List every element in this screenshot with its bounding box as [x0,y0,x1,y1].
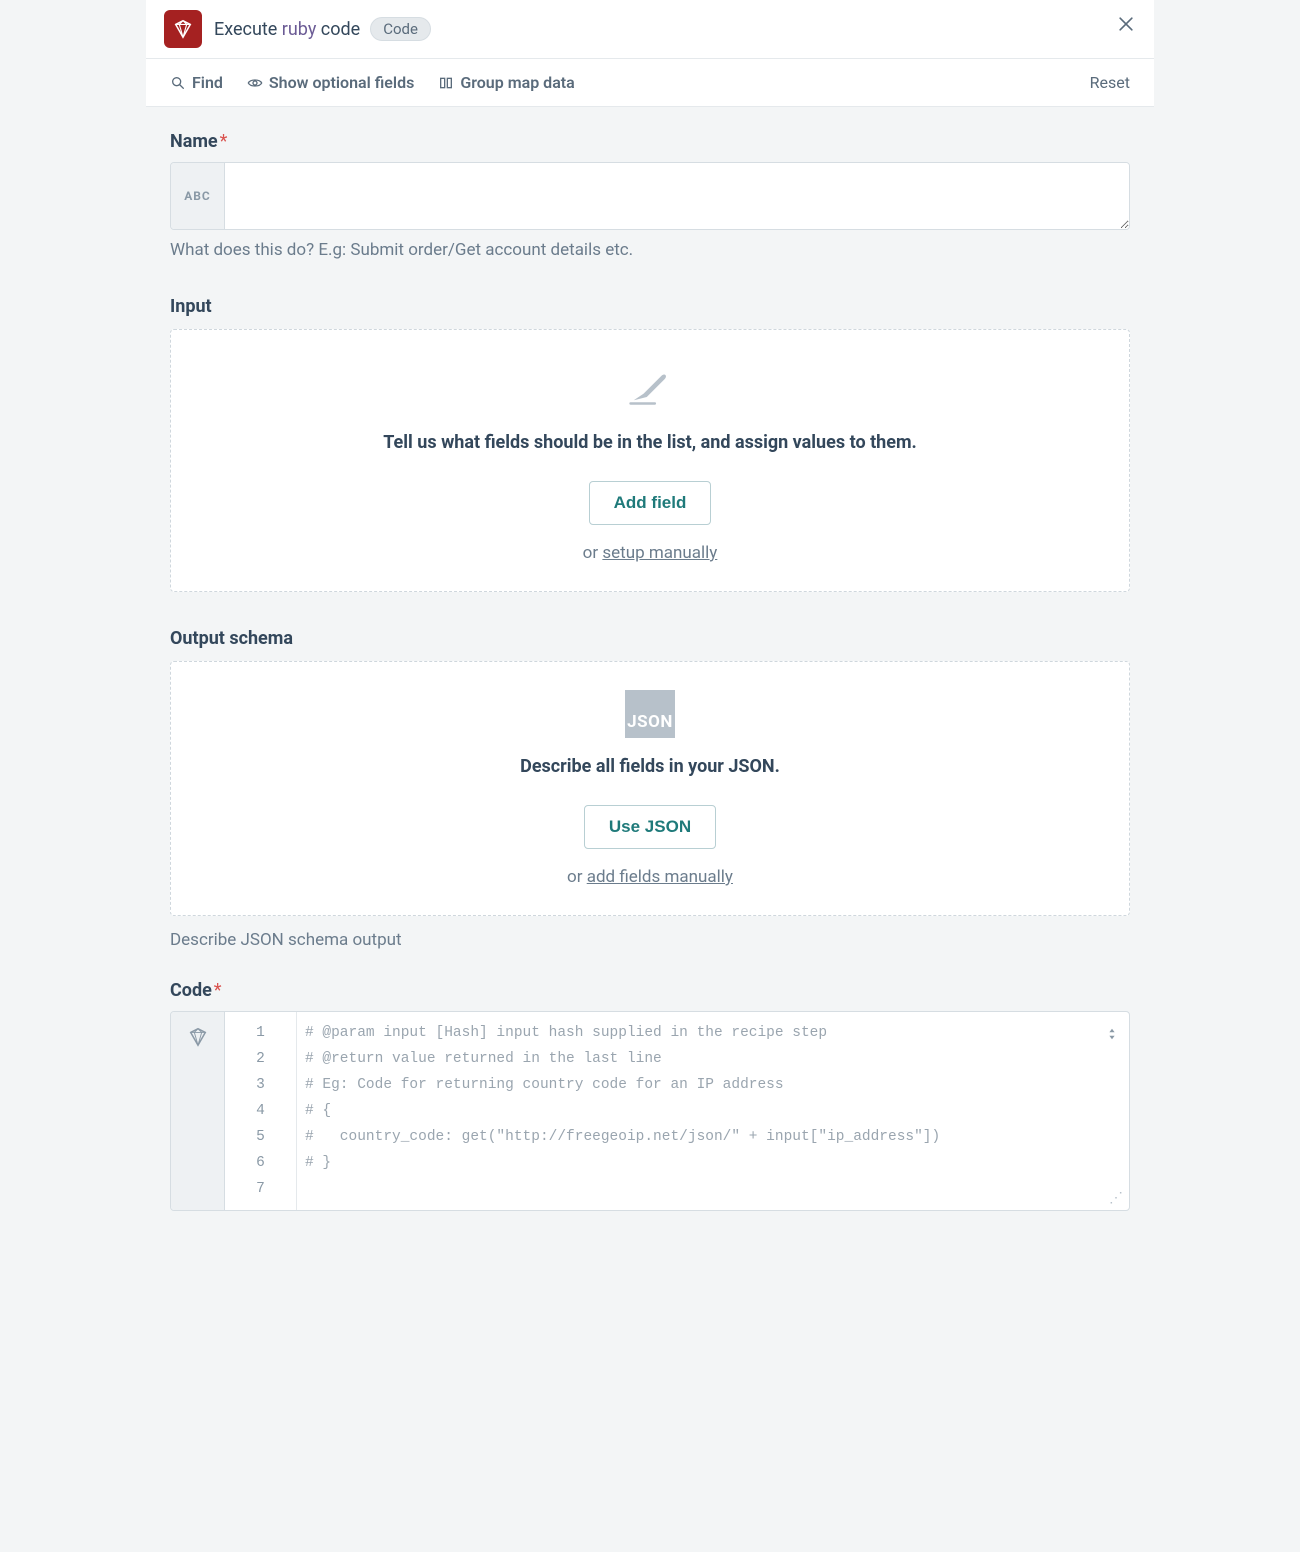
code-left-gutter [171,1012,225,1210]
line-number: 3 [225,1072,296,1098]
code-label: Code* [170,980,1130,1001]
output-section-label: Output schema [170,628,1130,649]
sort-handle-icon[interactable] [1105,1026,1119,1045]
use-json-button[interactable]: Use JSON [584,805,716,849]
title-prefix: Execute [214,19,282,40]
find-label: Find [192,73,223,92]
line-number: 7 [225,1176,296,1202]
setup-manually-link[interactable]: setup manually [602,543,717,563]
optional-label: Show optional fields [269,73,414,92]
pen-icon [624,358,676,414]
show-optional-fields-button[interactable]: Show optional fields [247,73,414,92]
required-indicator: * [220,131,228,152]
input-desc: Tell us what fields should be in the lis… [191,432,1109,453]
name-input-wrapper: ABC [170,162,1130,230]
name-input[interactable] [225,163,1129,229]
output-hint: Describe JSON schema output [170,930,1130,950]
line-number: 2 [225,1046,296,1072]
abc-prefix: ABC [171,163,225,229]
code-line[interactable] [305,1176,1117,1202]
input-box: Tell us what fields should be in the lis… [170,329,1130,592]
line-number: 6 [225,1150,296,1176]
code-line[interactable]: # @param input [Hash] input hash supplie… [305,1020,1117,1046]
line-number: 5 [225,1124,296,1150]
output-box: JSON Describe all fields in your JSON. U… [170,661,1130,916]
code-line[interactable]: # Eg: Code for returning country code fo… [305,1072,1117,1098]
code-label-text: Code [170,980,212,1001]
resize-handle-icon[interactable]: ⋰ [1109,1190,1123,1206]
toolbar: Find Show optional fields Group map data… [146,59,1154,107]
add-fields-manually-link[interactable]: add fields manually [587,867,733,887]
line-number: 1 [225,1020,296,1046]
diamond-icon [187,1026,209,1048]
ruby-logo-icon [164,10,202,48]
code-editor[interactable]: 1234567 # @param input [Hash] input hash… [170,1011,1130,1211]
input-or-text: or [583,543,603,563]
panel-title: Execute ruby code [214,19,360,40]
code-chip: Code [370,17,431,41]
eye-icon [247,75,263,91]
panel-header: Execute ruby code Code [146,0,1154,59]
code-line-numbers: 1234567 [225,1012,297,1210]
output-or-text: or [567,867,587,887]
find-button[interactable]: Find [170,73,223,92]
reset-button[interactable]: Reset [1090,73,1130,92]
columns-icon [438,75,454,91]
name-hint: What does this do? E.g: Submit order/Get… [170,240,1130,260]
close-button[interactable] [1116,14,1136,38]
output-or-line: or add fields manually [191,867,1109,887]
add-field-button[interactable]: Add field [589,481,712,525]
code-text-area[interactable]: # @param input [Hash] input hash supplie… [297,1012,1129,1210]
line-number: 4 [225,1098,296,1124]
json-icon: JSON [625,690,675,738]
group-label: Group map data [460,73,574,92]
code-line[interactable]: # country_code: get("http://freegeoip.ne… [305,1124,1117,1150]
code-line[interactable]: # @return value returned in the last lin… [305,1046,1117,1072]
input-or-line: or setup manually [191,543,1109,563]
group-map-data-button[interactable]: Group map data [438,73,574,92]
title-ruby-link[interactable]: ruby [282,19,317,40]
code-line[interactable]: # { [305,1098,1117,1124]
required-indicator: * [214,980,222,1001]
input-section-label: Input [170,296,1130,317]
code-line[interactable]: # } [305,1150,1117,1176]
search-icon [170,75,186,91]
output-desc: Describe all fields in your JSON. [191,756,1109,777]
name-label-text: Name [170,131,218,152]
name-label: Name* [170,131,1130,152]
title-suffix: code [316,19,360,40]
